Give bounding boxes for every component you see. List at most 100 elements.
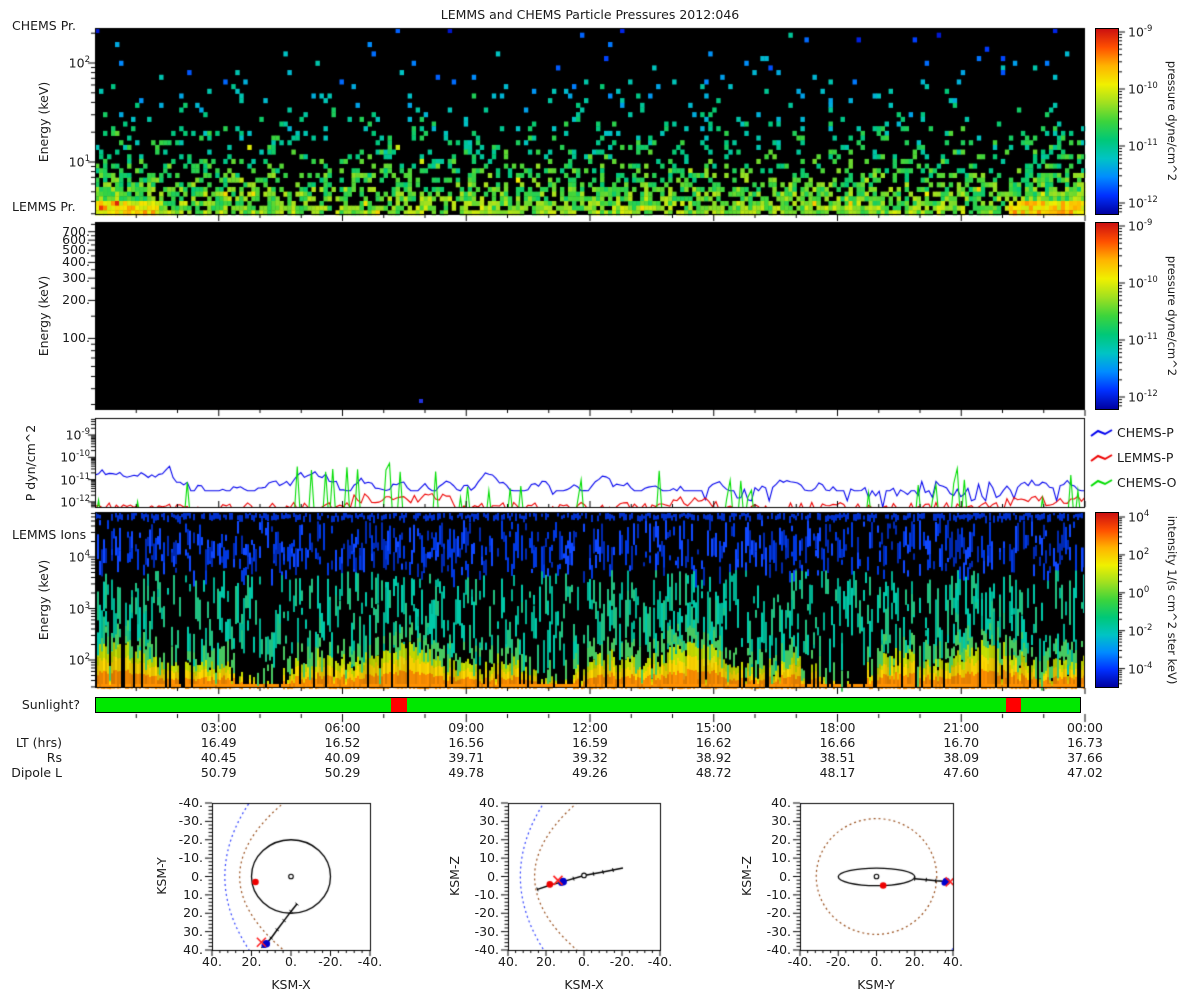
orbit-y-tick-label: -10. [766, 886, 791, 902]
orbit-y-tick-label: 0. [487, 868, 499, 884]
cb1-tick-label: 10-12 [1128, 195, 1158, 211]
orbit-x-tick-label: 40. [943, 953, 963, 969]
orbit-y-tick-label: -30. [178, 813, 203, 829]
row-value: 39.32 [572, 749, 608, 765]
energy-tick-label: 104 [68, 549, 90, 565]
time-tick-label: 18:00 [819, 719, 856, 735]
page-title: LEMMS and CHEMS Particle Pressures 2012:… [440, 6, 740, 22]
orbit-x-tick-label: 40. [498, 953, 518, 969]
panel-label-lemms-ions: LEMMS Ions [12, 526, 87, 542]
time-tick-label: 12:00 [571, 719, 609, 735]
orbit-plot-ksmx-ksmz [508, 803, 660, 950]
orbit-y-tick-label: -40. [766, 941, 791, 957]
particle-pressure-plot-page: LEMMS and CHEMS Particle Pressures 2012:… [0, 0, 1200, 1000]
orbit1-xlabel: KSM-X [271, 976, 311, 992]
orbit-x-tick-label: -40. [647, 953, 673, 969]
orbit-x-tick-label: -40. [787, 953, 813, 969]
orbit-y-tick-label: 10. [771, 849, 791, 865]
row-value: 38.92 [695, 749, 732, 765]
time-tick-label: 00:00 [1066, 719, 1104, 735]
row-value: 49.26 [572, 764, 608, 780]
pressure-tick-label: 10-9 [65, 427, 90, 443]
energy-tick-label: 100. [62, 330, 90, 346]
cb3-tick-label: 104 [1128, 509, 1150, 525]
cb1-tick-label: 10-11 [1128, 138, 1158, 154]
cb3-tick-label: 102 [1128, 547, 1150, 563]
row-value: 37.66 [1067, 749, 1103, 765]
cb1-tick-label: 10-9 [1128, 24, 1153, 40]
orbit-x-tick-label: 0. [578, 953, 590, 969]
orbit-y-tick-label: 10. [183, 886, 203, 902]
row-label-lt: LT (hrs) [15, 734, 62, 750]
time-tick-label: 06:00 [324, 719, 361, 735]
row-value: 49.78 [448, 764, 485, 780]
orbit-x-tick-label: -20. [826, 953, 851, 969]
row-label-dipole-l: Dipole L [11, 764, 62, 780]
orbit-y-tick-label: 20. [771, 831, 791, 847]
orbit3-xlabel: KSM-Y [857, 976, 895, 992]
row-value: 50.79 [200, 764, 237, 780]
row-value: 48.72 [695, 764, 732, 780]
row-value: 16.70 [943, 734, 980, 750]
orbit-y-tick-label: -20. [766, 905, 791, 920]
energy-tick-label: 400. [62, 254, 90, 270]
row-value: 39.71 [448, 749, 485, 765]
row-value: 48.17 [819, 764, 856, 780]
colorbar-label-pressure-1: pressure dyne/cm^2 [1164, 60, 1179, 182]
time-tick-label: 09:00 [448, 719, 485, 735]
intensity-colorbar [1095, 512, 1119, 688]
orbit1-ylabel: KSM-Y [153, 857, 169, 895]
orbit-y-tick-label: -20. [474, 905, 499, 920]
cb3-tick-label: 100 [1128, 584, 1150, 601]
orbit-y-tick-label: 10. [479, 849, 499, 865]
panel-label-lemms-pr: LEMMS Pr. [12, 198, 76, 214]
orbit-plot-ksmx-ksmy [212, 803, 370, 950]
time-tick-label: 03:00 [200, 719, 237, 735]
time-tick-label: 21:00 [943, 719, 980, 735]
sunlight-label: Sunlight? [21, 696, 80, 712]
cb2-tick-label: 10-12 [1128, 389, 1158, 405]
orbit2-ylabel: KSM-Z [446, 856, 462, 896]
colorbar-label-pressure-2: pressure dyne/cm^2 [1164, 255, 1179, 377]
row-value: 16.59 [572, 734, 608, 750]
orbit-y-tick-label: -30. [766, 923, 791, 939]
orbit-x-tick-label: 0. [870, 953, 883, 969]
orbit-x-tick-label: -40. [357, 953, 383, 969]
row-value: 16.66 [819, 734, 856, 750]
energy-tick-label: 300. [62, 269, 90, 285]
axis-label-energy-1: Energy (keV) [35, 81, 51, 163]
row-label-rs: Rs [46, 749, 62, 765]
time-tick-label: 15:00 [695, 719, 732, 735]
orbit-x-tick-label: 20. [536, 953, 556, 969]
orbit-y-tick-label: 40. [771, 794, 791, 810]
orbit-y-tick-label: -10. [178, 849, 203, 865]
orbit-y-tick-label: 0. [191, 868, 203, 884]
sunlight-off-segment [391, 698, 408, 712]
row-value: 38.51 [819, 749, 856, 765]
row-value: 16.56 [448, 734, 485, 750]
colorbar-label-intensity: intensity 1/(s cm^2 ster keV) [1164, 515, 1179, 685]
legend-label-lemms-p: LEMMS-P [1117, 449, 1174, 465]
orbit-x-tick-label: 20. [904, 953, 925, 969]
pressure-line-plot [95, 418, 1085, 508]
row-value: 16.52 [324, 734, 361, 750]
legend-label-chems-p: CHEMS-P [1117, 424, 1174, 440]
panel-label-chems-pr: CHEMS Pr. [12, 17, 77, 33]
orbit-plot-ksmy-ksmz [800, 803, 953, 950]
cb2-tick-label: 10-11 [1128, 332, 1158, 348]
pressure-colorbar-middle [1095, 222, 1119, 410]
lemms-ions-spectrogram [95, 512, 1085, 688]
axis-label-pressure: P dyn/cm^2 [22, 424, 38, 502]
row-value: 38.09 [943, 749, 980, 765]
orbit-y-tick-label: 0. [779, 868, 791, 884]
energy-tick-label: 102 [68, 55, 90, 71]
chems-pressure-spectrogram [95, 28, 1085, 215]
orbit-y-tick-label: -40. [178, 794, 203, 810]
row-value: 50.29 [324, 764, 361, 780]
orbit-y-tick-label: 20. [183, 905, 203, 920]
cb1-tick-label: 10-10 [1128, 81, 1158, 97]
cb3-tick-label: 10-4 [1128, 660, 1153, 676]
row-value: 16.49 [200, 734, 237, 750]
pressure-colorbar-top [1095, 28, 1119, 215]
pressure-tick-label: 10-12 [60, 494, 90, 510]
